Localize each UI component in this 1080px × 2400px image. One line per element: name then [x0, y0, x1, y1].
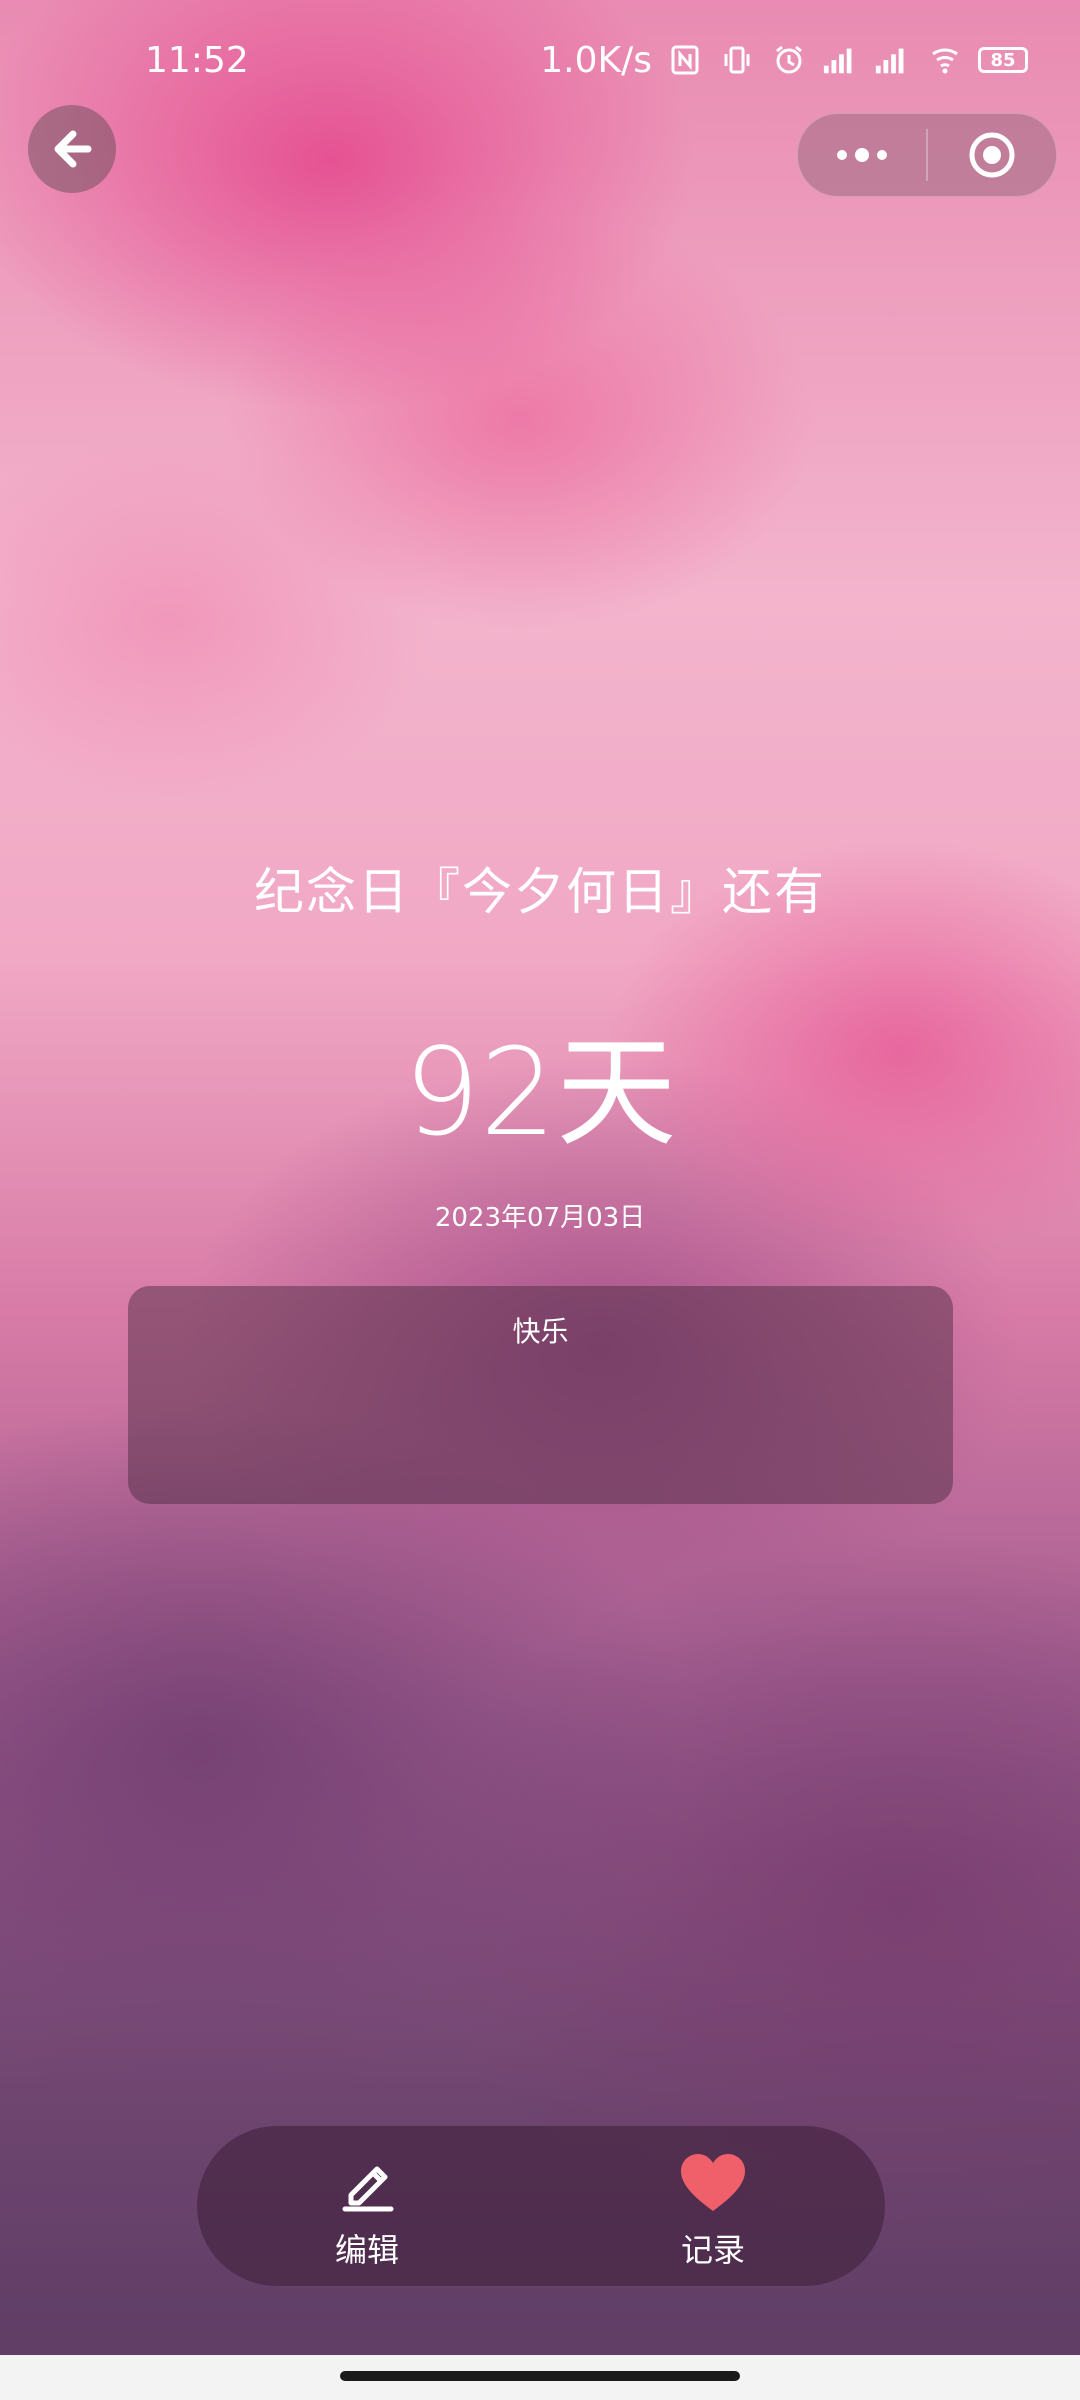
alarm-icon	[776, 45, 802, 74]
note-card: 快乐	[128, 1286, 953, 1504]
pencil-icon	[342, 2166, 394, 2212]
note-text: 快乐	[512, 1315, 569, 1348]
back-button[interactable]	[28, 105, 116, 193]
close-miniprogram-button[interactable]	[928, 114, 1056, 196]
record-label: 记录	[680, 2231, 745, 2269]
heart-icon	[681, 2154, 745, 2211]
event-title: 纪念日『今夕何日』还有	[254, 863, 826, 921]
wifi-icon	[932, 48, 958, 74]
edit-label: 编辑	[334, 2231, 399, 2269]
signal-icon	[823, 48, 852, 74]
home-indicator[interactable]	[340, 2371, 740, 2381]
nfc-icon	[671, 45, 699, 75]
more-dots-icon	[837, 148, 887, 162]
vibrate-icon	[724, 46, 750, 74]
more-button[interactable]	[798, 114, 926, 196]
signal-icon	[875, 48, 904, 74]
bottom-action-bar: 编辑 记录	[197, 2126, 885, 2286]
status-bar: 11:52 1.0K/s 85	[0, 0, 1080, 120]
days-count: 92天	[403, 1024, 677, 1163]
status-icons: 1.0K/s 85	[540, 40, 1028, 81]
miniprogram-capsule	[797, 113, 1057, 197]
edit-button[interactable]: 编辑	[287, 2151, 447, 2271]
status-time: 11:52	[145, 39, 249, 81]
net-speed: 1.0K/s	[540, 39, 652, 81]
record-button[interactable]: 记录	[633, 2151, 793, 2271]
battery-icon: 85	[978, 47, 1028, 73]
arrow-left-icon	[54, 130, 92, 168]
target-icon	[969, 132, 1015, 178]
event-date: 2023年07月03日	[434, 1203, 646, 1233]
